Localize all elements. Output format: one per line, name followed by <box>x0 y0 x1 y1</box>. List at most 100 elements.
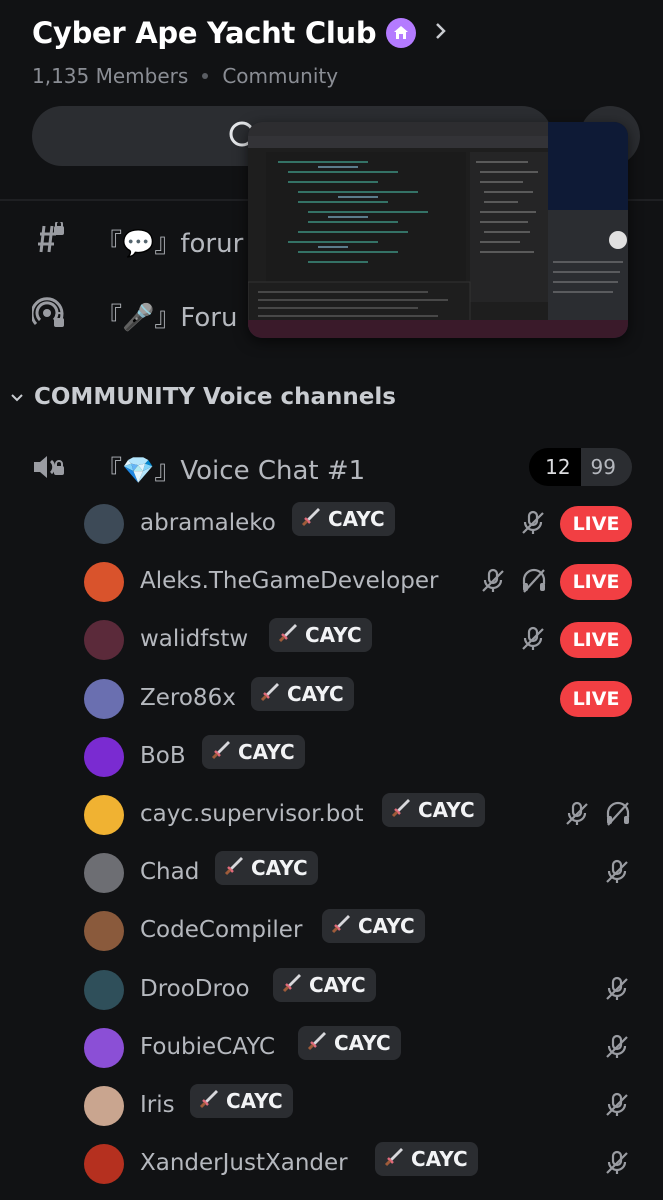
live-badge[interactable]: LIVE <box>560 680 632 717</box>
server-tag[interactable]: CAYC <box>202 734 305 769</box>
voice-member-row[interactable]: BoB CAYC <box>84 734 632 781</box>
muted-icon <box>604 1150 630 1176</box>
avatar[interactable] <box>84 1027 124 1068</box>
user-limit: 99 <box>580 448 632 486</box>
member-name: Chad <box>140 859 200 886</box>
channel-label: 『💬』forur <box>96 228 244 259</box>
channel-forum-1[interactable]: 『💬』forur <box>32 220 244 260</box>
muted-icon <box>520 626 546 652</box>
voice-member-row[interactable]: CodeCompiler CAYC <box>84 909 632 955</box>
server-tag[interactable]: CAYC <box>382 793 485 827</box>
voice-member-row[interactable]: FoubieCAYC CAYC <box>84 1025 632 1072</box>
chevron-right-icon[interactable] <box>434 19 448 47</box>
server-tag[interactable]: CAYC <box>190 1084 293 1118</box>
muted-icon <box>604 859 630 885</box>
voice-channel-name: 『💎』Voice Chat #1 <box>96 456 366 486</box>
sword-icon <box>383 1146 405 1172</box>
live-badge[interactable]: LIVE <box>560 622 632 659</box>
server-tag-label: CAYC <box>309 972 366 997</box>
voice-member-row[interactable]: Aleks.TheGameDeveloper LIVE <box>84 560 632 606</box>
member-name: cayc.supervisor.bot <box>140 801 364 827</box>
voice-member-row[interactable]: Zero86x CAYC LIVE <box>84 676 632 723</box>
server-tag-label: CAYC <box>328 507 385 531</box>
muted-icon <box>564 801 590 827</box>
avatar[interactable] <box>84 678 124 719</box>
server-tag[interactable]: CAYC <box>269 618 372 653</box>
avatar[interactable] <box>84 1086 124 1126</box>
muted-icon <box>604 976 630 1002</box>
server-tag[interactable]: CAYC <box>298 1025 401 1060</box>
avatar[interactable] <box>84 911 124 952</box>
sword-icon <box>277 622 299 648</box>
member-name: Aleks.TheGameDeveloper <box>140 568 439 595</box>
member-name: DrooDroo <box>140 975 250 1002</box>
member-name: FoubieCAYC <box>140 1033 276 1060</box>
separator-dot <box>202 73 209 79</box>
deafened-icon <box>604 801 630 827</box>
avatar[interactable] <box>84 853 124 894</box>
muted-icon <box>480 568 506 594</box>
avatar[interactable] <box>84 795 124 835</box>
server-tag-label: CAYC <box>418 798 475 822</box>
member-name: walidfstw <box>140 626 249 653</box>
member-name: CodeCompiler <box>140 917 303 944</box>
locked-voice-channel-icon <box>32 452 66 486</box>
member-name: Zero86x <box>140 684 236 711</box>
sword-icon <box>330 913 352 939</box>
muted-icon <box>604 1034 630 1060</box>
boost-badge-icon <box>386 18 417 48</box>
stream-preview-image <box>248 122 628 338</box>
sword-icon <box>306 1030 328 1056</box>
avatar[interactable] <box>84 969 124 1010</box>
server-tag-label: CAYC <box>287 681 344 706</box>
sword-icon <box>300 506 322 532</box>
member-count: 1,135 Members <box>32 64 189 88</box>
channel-label: 『🎤』Foru <box>96 302 238 333</box>
server-title-row[interactable]: Cyber Ape Yacht Club <box>32 16 448 50</box>
voice-channel-1[interactable]: 『💎』Voice Chat #1 12 99 <box>32 444 632 490</box>
member-name: XanderJustXander <box>140 1150 348 1177</box>
avatar[interactable] <box>84 504 124 544</box>
stream-preview[interactable] <box>248 122 628 338</box>
voice-member-row[interactable]: DrooDroo CAYC <box>84 967 632 1014</box>
voice-member-row[interactable]: Chad CAYC <box>84 851 632 897</box>
server-tag[interactable]: CAYC <box>292 502 395 536</box>
server-header[interactable]: Cyber Ape Yacht Club 1,135 Members Commu… <box>32 16 448 88</box>
server-tag[interactable]: CAYC <box>251 676 354 711</box>
chevron-down-icon <box>10 388 24 407</box>
server-tag-label: CAYC <box>251 856 308 881</box>
member-name: BoB <box>140 742 186 769</box>
voice-member-row[interactable]: Iris CAYC <box>84 1084 632 1130</box>
server-tag[interactable]: CAYC <box>215 851 318 886</box>
user-count-pill: 12 99 <box>529 448 632 486</box>
server-tag-label: CAYC <box>238 739 295 764</box>
server-tag[interactable]: CAYC <box>375 1142 478 1177</box>
voice-member-row[interactable]: cayc.supervisor.bot CAYC <box>84 793 632 839</box>
voice-member-row[interactable]: walidfstw CAYC LIVE <box>84 618 632 664</box>
server-tag-label: CAYC <box>411 1147 468 1172</box>
voice-member-row[interactable]: abramaleko CAYC LIVE <box>84 502 632 548</box>
avatar[interactable] <box>84 620 124 661</box>
sword-icon <box>210 739 232 765</box>
sword-icon <box>223 855 245 881</box>
category-community-voice[interactable]: COMMUNITY Voice channels <box>10 384 396 410</box>
avatar[interactable] <box>84 1144 124 1185</box>
muted-icon <box>520 510 546 536</box>
category-label: COMMUNITY Voice channels <box>34 384 396 410</box>
locked-forum-channel-icon <box>30 296 66 334</box>
server-meta: 1,135 Members Community <box>32 64 448 88</box>
sword-icon <box>259 681 281 707</box>
muted-icon <box>604 1092 630 1118</box>
channel-forum-2[interactable]: 『🎤』Foru <box>30 296 238 334</box>
live-badge[interactable]: LIVE <box>560 506 632 542</box>
member-name: abramaleko <box>140 510 276 536</box>
avatar[interactable] <box>84 562 124 603</box>
avatar[interactable] <box>84 736 124 777</box>
voice-member-row[interactable]: XanderJustXander CAYC <box>84 1142 632 1188</box>
server-tag[interactable]: CAYC <box>273 967 376 1002</box>
server-tag-label: CAYC <box>358 914 415 939</box>
member-name: Iris <box>140 1092 175 1118</box>
live-badge[interactable]: LIVE <box>560 564 632 601</box>
server-tag[interactable]: CAYC <box>322 909 425 944</box>
server-tag-label: CAYC <box>334 1030 391 1055</box>
